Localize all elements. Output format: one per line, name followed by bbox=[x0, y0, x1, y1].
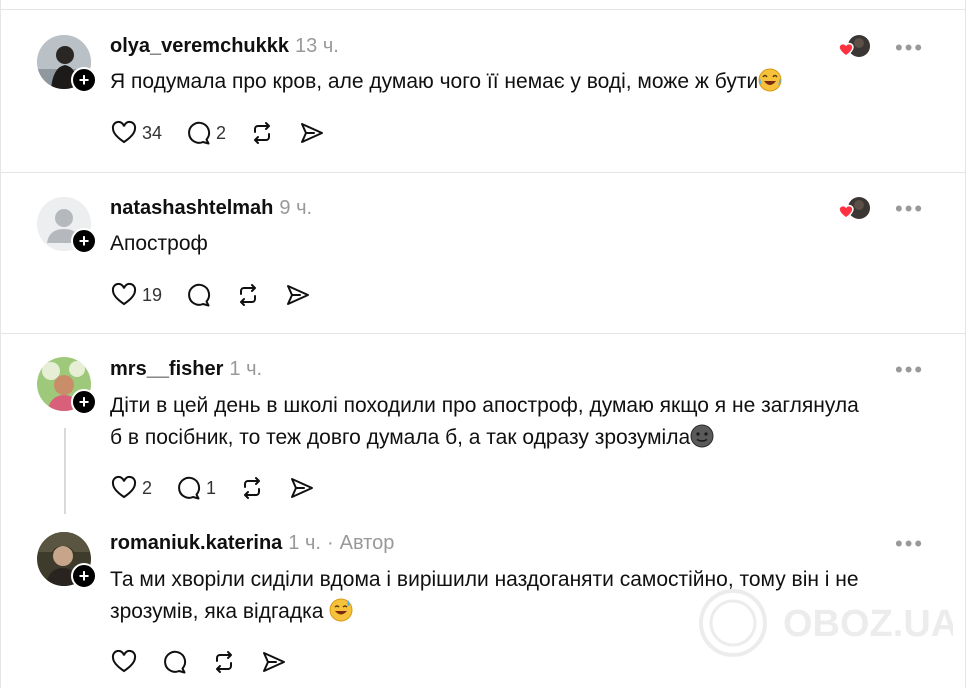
oboz-watermark-logo: OBOZ.UA bbox=[699, 589, 953, 657]
watermark-text: OBOZ.UA bbox=[783, 603, 953, 645]
author-separator: · bbox=[326, 532, 334, 554]
comment-icon bbox=[188, 121, 211, 145]
post-time: 1 ч. bbox=[229, 358, 263, 380]
send-icon bbox=[291, 478, 314, 498]
heart-icon bbox=[111, 282, 137, 306]
sweat-smile-emoji-icon bbox=[329, 598, 353, 622]
share-button[interactable] bbox=[260, 648, 288, 676]
post-time: 13 ч. bbox=[295, 35, 339, 57]
username[interactable]: romaniuk.katerina 1 ч. · Автор bbox=[110, 532, 394, 555]
like-button[interactable]: 19 bbox=[110, 281, 162, 309]
like-button[interactable]: 2 bbox=[110, 474, 152, 502]
post-actions: 2 1 bbox=[110, 474, 338, 502]
post-text-content: б в посібник, то теж довго думала б, а т… bbox=[110, 426, 691, 449]
follow-button[interactable]: + bbox=[71, 389, 97, 415]
username[interactable]: olya_veremchukkk 13 ч. bbox=[110, 35, 339, 58]
post-text-content: Я подумала про кров, але думаю чого її н… bbox=[110, 70, 759, 93]
post-actions: 34 2 bbox=[110, 119, 348, 147]
repost-button[interactable] bbox=[234, 281, 262, 309]
follow-plus-icon: + bbox=[78, 70, 90, 90]
repost-button[interactable] bbox=[238, 474, 266, 502]
follow-button[interactable]: + bbox=[71, 563, 97, 589]
post-text-line: б в посібник, то теж довго думала б, а т… bbox=[110, 422, 859, 454]
reply-button[interactable] bbox=[184, 281, 212, 309]
reply-count: 1 bbox=[206, 477, 217, 498]
follow-plus-icon: + bbox=[78, 566, 90, 586]
reply-count: 2 bbox=[216, 122, 227, 143]
post-time: 1 ч. bbox=[288, 532, 321, 554]
username-text[interactable]: mrs__fisher bbox=[110, 358, 223, 380]
heart-icon bbox=[111, 120, 137, 144]
share-button[interactable] bbox=[298, 119, 326, 147]
send-icon bbox=[287, 285, 310, 305]
post-time: 9 ч. bbox=[279, 197, 313, 219]
post-actions bbox=[110, 648, 310, 676]
reply-button[interactable] bbox=[160, 648, 188, 676]
username[interactable]: natashashtelmah 9 ч. bbox=[110, 197, 312, 220]
more-options-button[interactable]: ••• bbox=[895, 357, 924, 383]
like-button[interactable] bbox=[110, 648, 138, 676]
thread-line bbox=[64, 428, 66, 514]
follow-button[interactable]: + bbox=[71, 228, 97, 254]
heart-icon bbox=[111, 475, 137, 499]
comment-icon bbox=[188, 283, 211, 307]
author-badge: Автор bbox=[339, 532, 395, 554]
comment-icon bbox=[164, 650, 187, 674]
username-text[interactable]: natashashtelmah bbox=[110, 197, 273, 219]
post-actions: 19 bbox=[110, 281, 334, 309]
username-text[interactable]: romaniuk.katerina bbox=[110, 532, 282, 554]
like-count: 34 bbox=[142, 122, 163, 143]
more-options-button[interactable]: ••• bbox=[895, 35, 924, 61]
username-text[interactable]: olya_veremchukkk bbox=[110, 35, 289, 57]
share-button[interactable] bbox=[288, 474, 316, 502]
post-divider bbox=[0, 172, 966, 173]
heart-icon bbox=[111, 649, 137, 673]
reply-button[interactable]: 2 bbox=[184, 119, 226, 147]
post-text-content: Апостроф bbox=[110, 232, 208, 255]
share-button[interactable] bbox=[284, 281, 312, 309]
post-text-content: зрозумів, яка відгадка bbox=[110, 600, 324, 623]
repost-button[interactable] bbox=[210, 648, 238, 676]
like-count: 19 bbox=[142, 284, 163, 305]
like-count: 2 bbox=[142, 477, 153, 498]
more-options-button[interactable]: ••• bbox=[895, 196, 924, 222]
repost-icon bbox=[240, 284, 257, 306]
follow-plus-icon: + bbox=[78, 231, 90, 251]
reply-button[interactable]: 1 bbox=[174, 474, 216, 502]
author-liked-indicator bbox=[835, 34, 875, 60]
post-text: Я подумала про кров, але думаю чого її н… bbox=[110, 66, 782, 98]
more-options-button[interactable]: ••• bbox=[895, 531, 924, 557]
post-text: Апостроф bbox=[110, 228, 208, 260]
follow-button[interactable]: + bbox=[71, 67, 97, 93]
follow-plus-icon: + bbox=[78, 392, 90, 412]
joy-emoji-icon bbox=[758, 68, 782, 92]
comment-icon bbox=[178, 476, 201, 500]
neutral-face-emoji-icon bbox=[690, 424, 714, 448]
send-icon bbox=[301, 123, 324, 143]
repost-icon bbox=[216, 651, 232, 673]
repost-icon bbox=[254, 122, 271, 144]
post-text: Діти в цей день в школі походили про апо… bbox=[110, 390, 859, 454]
repost-icon bbox=[244, 477, 261, 499]
send-icon bbox=[263, 652, 285, 672]
username[interactable]: mrs__fisher 1 ч. bbox=[110, 358, 262, 381]
repost-button[interactable] bbox=[248, 119, 276, 147]
top-divider bbox=[0, 9, 966, 10]
post-divider bbox=[0, 333, 966, 334]
like-button[interactable]: 34 bbox=[110, 119, 162, 147]
author-liked-indicator bbox=[835, 196, 875, 222]
post-text-line: Діти в цей день в школі походили про апо… bbox=[110, 394, 859, 417]
